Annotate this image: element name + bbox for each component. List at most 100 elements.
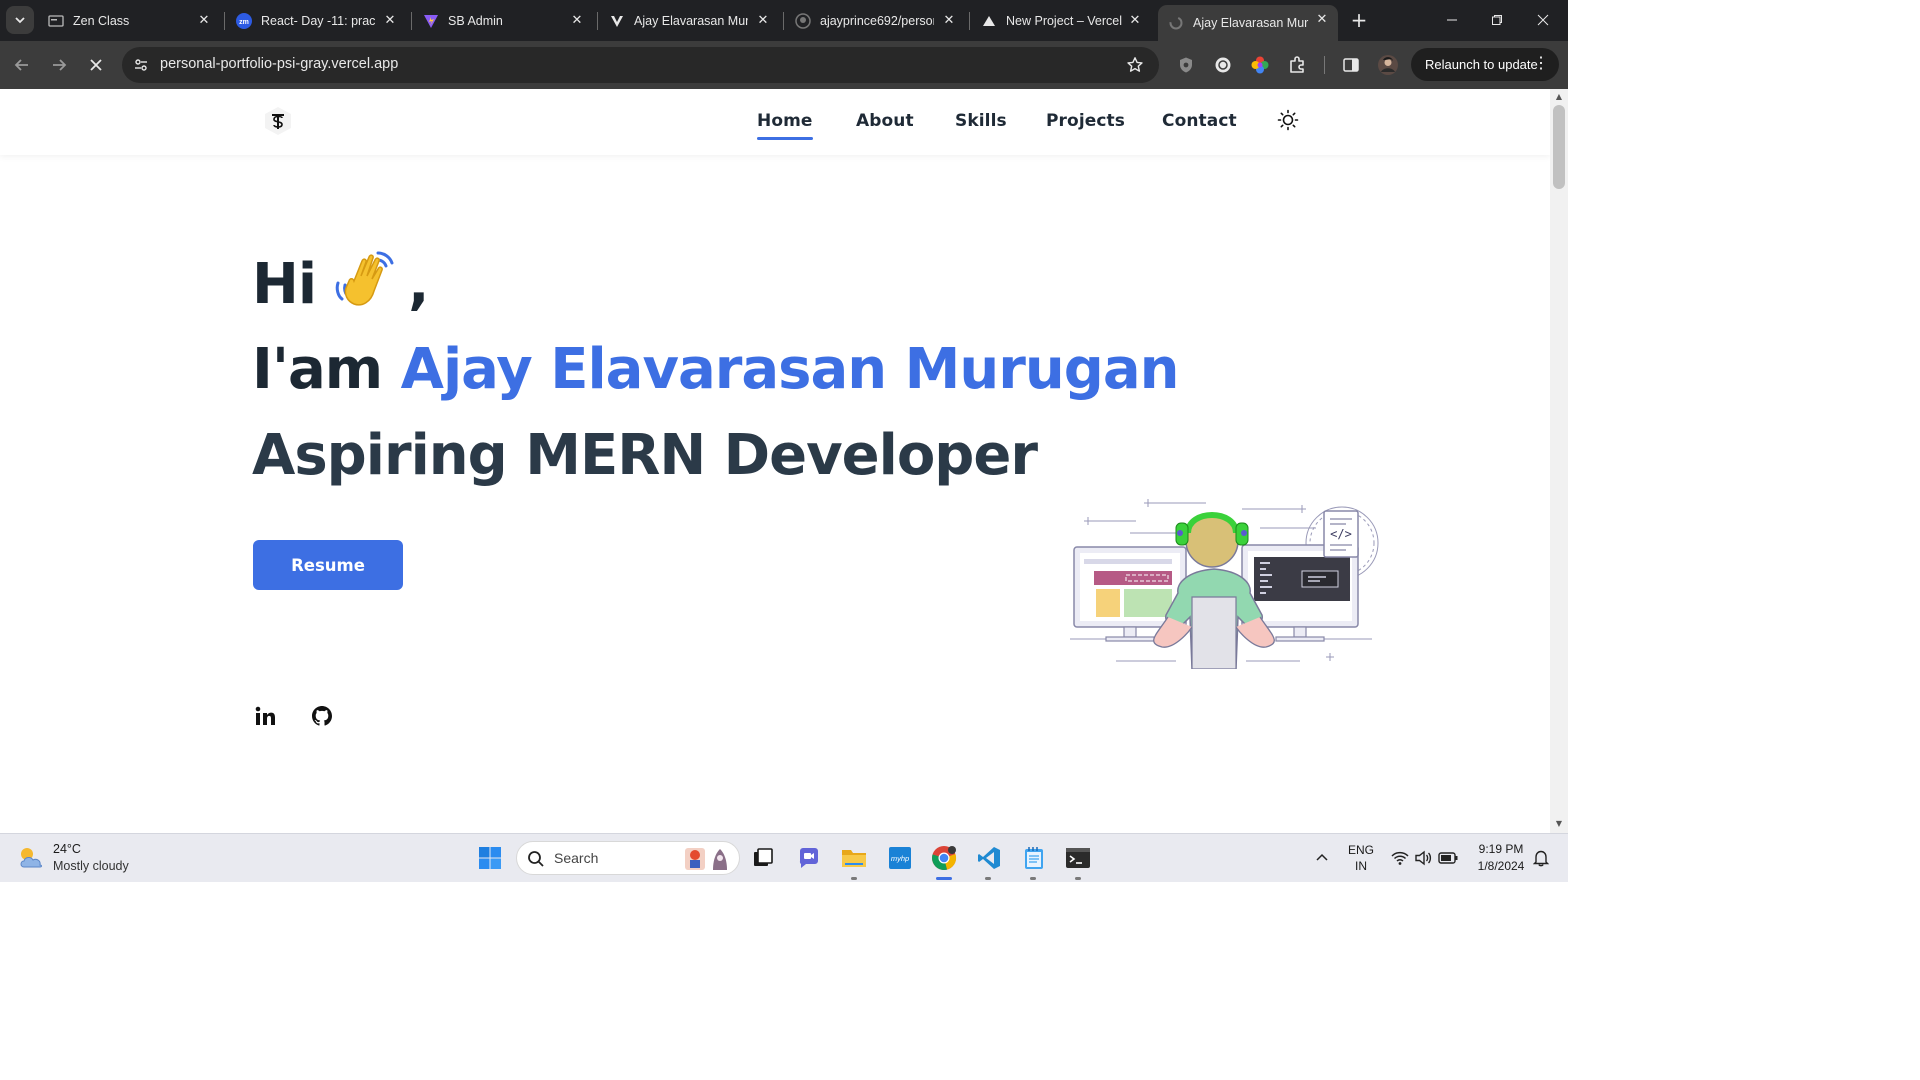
windows-start-icon[interactable] bbox=[476, 844, 504, 872]
tab-divider bbox=[224, 12, 225, 30]
chevron-up-icon[interactable] bbox=[1308, 844, 1336, 872]
close-icon[interactable]: ✕ bbox=[941, 12, 957, 28]
page-scrollbar[interactable]: ▲ ▼ bbox=[1550, 89, 1568, 833]
svg-text:myhp: myhp bbox=[891, 854, 909, 863]
waving-hand-icon bbox=[335, 251, 394, 306]
tab-title: Zen Class bbox=[73, 13, 130, 28]
partly-cloudy-icon[interactable] bbox=[16, 843, 46, 873]
profile-avatar[interactable] bbox=[1376, 53, 1400, 77]
intro-prefix: I'am bbox=[252, 337, 383, 402]
restore-icon bbox=[1492, 15, 1502, 25]
tab-divider bbox=[597, 12, 598, 30]
tab-github-repo[interactable]: ajayprince692/persor ✕ bbox=[795, 6, 965, 35]
minimize-button[interactable] bbox=[1437, 8, 1467, 32]
chevron-down-icon bbox=[15, 17, 25, 24]
relaunch-label: Relaunch to update bbox=[1425, 57, 1538, 72]
nav-link-contact[interactable]: Contact bbox=[1162, 111, 1237, 131]
nav-link-projects[interactable]: Projects bbox=[1046, 111, 1125, 131]
nav-link-home[interactable]: Home bbox=[757, 111, 813, 140]
bookmark-star-icon[interactable] bbox=[1125, 55, 1145, 75]
close-icon[interactable]: ✕ bbox=[569, 12, 585, 28]
myhp-icon[interactable]: myhp bbox=[886, 844, 914, 872]
notepad-icon[interactable] bbox=[1020, 844, 1048, 872]
browser-tab-strip: Zen Class ✕ zm React- Day -11: pract ✕ S… bbox=[0, 0, 1568, 41]
loading-spinner-icon bbox=[1168, 15, 1184, 31]
scroll-up-arrow-icon[interactable]: ▲ bbox=[1555, 93, 1563, 101]
close-icon[interactable]: ✕ bbox=[755, 12, 771, 28]
svg-text:zm: zm bbox=[239, 19, 249, 26]
vite-favicon-icon bbox=[423, 13, 439, 29]
teams-chat-icon[interactable] bbox=[795, 844, 823, 872]
browser-toolbar: personal-portfolio-psi-gray.vercel.app R… bbox=[0, 41, 1568, 89]
file-explorer-icon[interactable] bbox=[840, 844, 868, 872]
active-app-indicator bbox=[936, 877, 952, 880]
site-settings-icon[interactable] bbox=[132, 56, 150, 74]
running-indicator bbox=[1075, 877, 1081, 880]
search-highlight-icon bbox=[685, 848, 727, 870]
battery-icon[interactable] bbox=[1434, 844, 1462, 872]
language-indicator-bottom[interactable]: IN bbox=[1344, 859, 1378, 873]
tab-zen-class[interactable]: Zen Class ✕ bbox=[48, 6, 220, 35]
new-tab-button[interactable]: + bbox=[1348, 9, 1370, 31]
scroll-down-arrow-icon[interactable]: ▼ bbox=[1555, 820, 1563, 828]
nav-link-skills[interactable]: Skills bbox=[955, 111, 1007, 131]
tab-divider bbox=[411, 12, 412, 30]
tab-active-portfolio[interactable]: Ajay Elavarasan Muru ✕ bbox=[1158, 5, 1338, 41]
zoom-favicon-icon: zm bbox=[236, 12, 252, 29]
tab-sb-admin[interactable]: SB Admin ✕ bbox=[423, 6, 593, 35]
puzzle-extensions-icon[interactable] bbox=[1285, 53, 1309, 77]
side-panel-icon[interactable] bbox=[1339, 53, 1363, 77]
linkedin-icon[interactable] bbox=[252, 703, 278, 729]
developer-illustration: </> bbox=[1070, 499, 1379, 669]
vscode-icon[interactable] bbox=[975, 844, 1003, 872]
tab-title: SB Admin bbox=[448, 13, 503, 28]
scrollbar-thumb[interactable] bbox=[1553, 105, 1565, 189]
close-icon[interactable]: ✕ bbox=[1127, 12, 1143, 28]
greeting-comma: , bbox=[408, 252, 429, 317]
restore-button[interactable] bbox=[1482, 8, 1512, 32]
more-vertical-icon[interactable]: ⋮ bbox=[1533, 55, 1549, 73]
weather-condition[interactable]: Mostly cloudy bbox=[53, 859, 129, 873]
search-icon bbox=[528, 851, 544, 867]
taskbar-search-box[interactable]: Search bbox=[516, 841, 740, 875]
close-icon[interactable]: ✕ bbox=[196, 12, 212, 28]
portfolio-page: Home About Skills Projects Contact Hi , … bbox=[0, 89, 1550, 833]
terminal-icon[interactable] bbox=[1064, 844, 1092, 872]
weather-temperature[interactable]: 24°C bbox=[53, 842, 81, 856]
github-icon[interactable] bbox=[309, 703, 335, 729]
hero-name: Ajay Elavarasan Murugan bbox=[400, 337, 1180, 402]
shield-extension-icon[interactable] bbox=[1174, 53, 1198, 77]
window-close-button[interactable] bbox=[1528, 8, 1558, 32]
system-clock-date[interactable]: 1/8/2024 bbox=[1468, 859, 1534, 873]
close-icon[interactable]: ✕ bbox=[1314, 11, 1330, 27]
tab-react-day-11[interactable]: zm React- Day -11: pract ✕ bbox=[236, 6, 406, 35]
url-text[interactable]: personal-portfolio-psi-gray.vercel.app bbox=[160, 56, 398, 72]
forward-button[interactable] bbox=[47, 53, 71, 77]
close-icon[interactable]: ✕ bbox=[382, 12, 398, 28]
address-bar[interactable]: personal-portfolio-psi-gray.vercel.app bbox=[122, 47, 1159, 83]
color-picker-extension-icon[interactable] bbox=[1248, 53, 1272, 77]
tab-divider bbox=[969, 12, 970, 30]
stop-loading-button[interactable] bbox=[84, 53, 108, 77]
vercel-triangle-favicon-icon bbox=[981, 13, 997, 29]
tab-ajay-portfolio[interactable]: Ajay Elavarasan Muru ✕ bbox=[609, 6, 779, 35]
tab-search-button[interactable] bbox=[6, 6, 34, 34]
site-logo-icon[interactable] bbox=[262, 105, 294, 137]
globe-extension-icon[interactable] bbox=[1211, 53, 1235, 77]
arrow-right-icon bbox=[53, 59, 67, 71]
site-navbar: Home About Skills Projects Contact bbox=[0, 89, 1550, 155]
task-view-icon[interactable] bbox=[749, 844, 777, 872]
resume-button[interactable]: Resume bbox=[253, 540, 403, 590]
tab-title: Ajay Elavarasan Muru bbox=[1193, 16, 1309, 30]
tab-vercel-new-project[interactable]: New Project – Vercel ✕ bbox=[981, 6, 1151, 35]
system-clock-time[interactable]: 9:19 PM bbox=[1468, 842, 1534, 856]
theme-toggle-sun-icon[interactable] bbox=[1276, 108, 1300, 132]
running-indicator bbox=[985, 877, 991, 880]
nav-link-about[interactable]: About bbox=[856, 111, 914, 131]
language-indicator-top[interactable]: ENG bbox=[1344, 843, 1378, 857]
back-button[interactable] bbox=[10, 53, 34, 77]
hero-intro: I'am Ajay Elavarasan Murugan bbox=[252, 337, 1180, 402]
notification-bell-icon[interactable] bbox=[1527, 844, 1555, 872]
chrome-icon[interactable] bbox=[930, 844, 958, 872]
relaunch-to-update-button[interactable]: Relaunch to update ⋮ bbox=[1411, 48, 1559, 81]
